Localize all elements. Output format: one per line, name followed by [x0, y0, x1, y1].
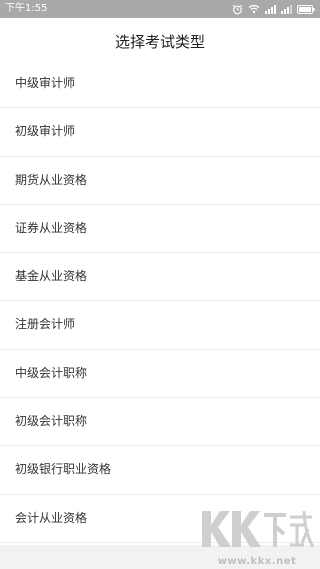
- battery-icon: [297, 4, 315, 14]
- watermark-url: www.kkx.net: [217, 556, 297, 567]
- status-time: 下午1:55: [5, 3, 48, 14]
- exam-type-list: 中级审计师 初级审计师 期货从业资格 证券从业资格 基金从业资格 注册会计师 中级会计职称初…: [0, 60, 320, 543]
- list-item-label: 中级审计师: [15, 76, 76, 90]
- list-item-label: 期货从业资格: [15, 172, 88, 187]
- signal-icon: [281, 4, 292, 14]
- list-item[interactable]: 基金从业资格: [0, 253, 320, 302]
- watermark: www.kkx.net: [198, 507, 316, 567]
- alarm-icon: [232, 4, 243, 15]
- list-item[interactable]: 初级银行职业资格: [0, 446, 320, 495]
- header: 选择考试类型: [0, 18, 320, 60]
- list-item-label: 中级会计职称: [15, 365, 88, 380]
- list-item-label: 初级银行职业资格: [15, 462, 112, 477]
- list-item[interactable]: 初级会计职称: [0, 398, 320, 447]
- watermark-logo: [202, 510, 315, 548]
- list-item-label: 注册会计师: [15, 317, 76, 332]
- list-item[interactable]: 期货从业资格: [0, 157, 320, 205]
- list-item-label: 证券从业资格: [15, 220, 88, 235]
- list-item[interactable]: 证券从业资格: [0, 205, 320, 254]
- signal-icon: [265, 4, 276, 14]
- list-item[interactable]: 初级审计师: [0, 108, 320, 157]
- list-item-label: 初级审计师: [15, 124, 76, 139]
- list-item[interactable]: 注册会计师: [0, 301, 320, 350]
- list-item-label: 基金从业资格: [15, 269, 88, 284]
- list-item-label: 会计从业资格: [15, 510, 88, 525]
- page-title: 选择考试类型: [114, 33, 205, 51]
- wifi-icon: [248, 4, 260, 14]
- list-item[interactable]: 中级审计师: [0, 60, 320, 109]
- status-icons: [232, 0, 315, 18]
- list-item[interactable]: 中级会计职称: [0, 350, 320, 399]
- list-item-label: 初级会计职称: [15, 414, 88, 429]
- status-bar: 下午1:55: [0, 0, 320, 18]
